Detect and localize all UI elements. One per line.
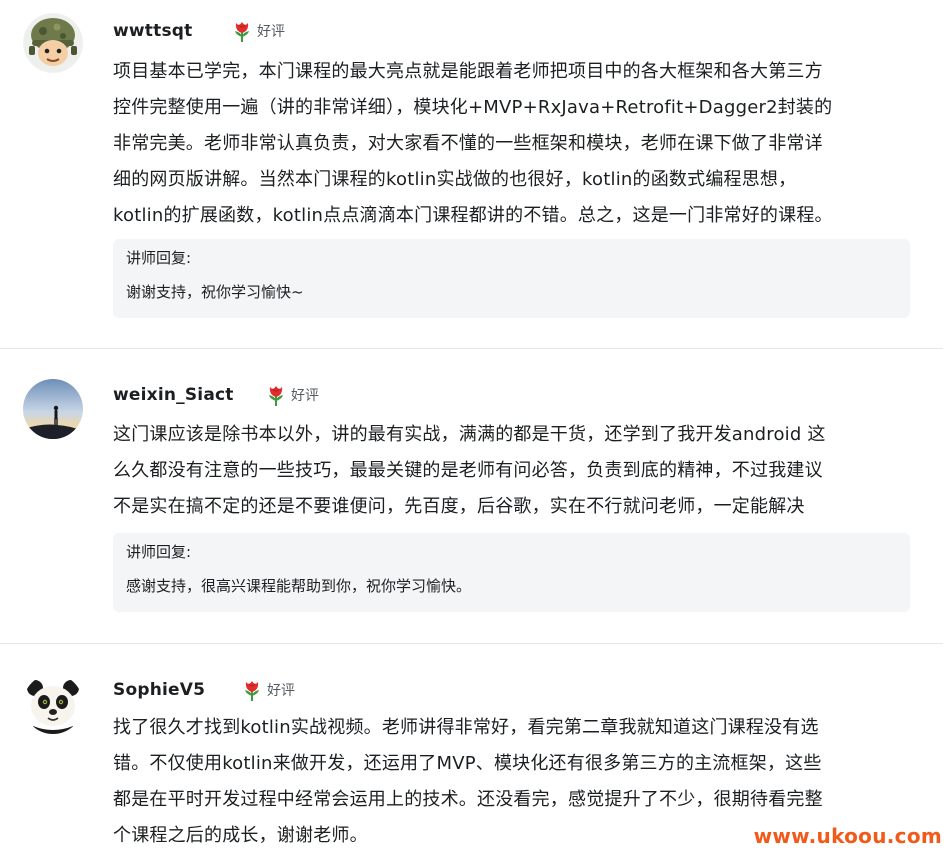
panda-avatar-icon[interactable] <box>23 674 83 734</box>
review-content-line: 不是实在搞不定的还是不要谁便问，先百度，后谷歌，实在不行就问老师，一定能解决 <box>113 496 805 517</box>
username[interactable]: SophieV5 <box>113 680 205 700</box>
username[interactable]: wwttsqt <box>113 21 192 41</box>
rating-label: 好评 <box>257 24 285 40</box>
review-content-line: 都是在平时开发过程中经常会运用上的技术。还没看完，感觉提升了不少，很期待看完整 <box>113 789 823 810</box>
reply-title: 讲师回复: <box>126 543 192 561</box>
rating-label: 好评 <box>291 388 319 404</box>
reply-title: 讲师回复: <box>126 249 192 267</box>
review-content-line: 找了很久才找到kotlin实战视频。老师讲得非常好，看完第二章我就知道这门课程没… <box>113 717 819 738</box>
rating-badge: 好评 <box>265 383 319 407</box>
review-content-line: 错。不仅使用kotlin来做开发，还运用了MVP、模块化还有很多第三方的主流框架… <box>113 753 822 774</box>
site-watermark: www.ukoou.com <box>753 824 942 848</box>
silhouette-avatar-icon[interactable] <box>23 379 83 439</box>
review-content-line: 非常完美。老师非常认真负责，对大家看不懂的一些框架和模块，老师在课下做了非常详 <box>113 133 823 154</box>
review-content-line: 细的网页版讲解。当然本门课程的kotlin实战做的也很好，kotlin的函数式编… <box>113 169 797 190</box>
teacher-reply: 讲师回复: 感谢支持，很高兴课程能帮助到你，祝你学习愉快。 <box>113 533 910 612</box>
review-content-line: 项目基本已学完，本门课程的最大亮点就是能跟着老师把项目中的各大框架和各大第三方 <box>113 61 823 82</box>
review-item: weixin_Siact 好评 这门课应该是除书本以外，讲的最有实战，满满的都是… <box>0 349 943 644</box>
rating-badge: 好评 <box>231 19 285 43</box>
teacher-reply: 讲师回复: 谢谢支持，祝你学习愉快~ <box>113 239 910 318</box>
soldier-avatar-icon[interactable] <box>23 13 83 73</box>
review-item: wwttsqt 好评 项目基本已学完，本门课程的最大亮点就是能跟着老师把项目中的… <box>0 0 943 349</box>
rating-label: 好评 <box>267 683 295 699</box>
review-content-line: kotlin的扩展函数，kotlin点点滴滴本门课程都讲的不错。总之，这是一门非… <box>113 205 833 226</box>
review-content-line: 么久都没有注意的一些技巧，最最关键的是老师有问必答，负责到底的精神，不过我建议 <box>113 460 823 481</box>
review-content: 项目基本已学完，本门课程的最大亮点就是能跟着老师把项目中的各大框架和各大第三方 … <box>113 54 913 234</box>
review-content-line: 这门课应该是除书本以外，讲的最有实战，满满的都是干货，还学到了我开发androi… <box>113 424 826 445</box>
flower-icon <box>269 386 283 406</box>
flower-icon <box>245 681 259 701</box>
review-content: 这门课应该是除书本以外，讲的最有实战，满满的都是干货，还学到了我开发androi… <box>113 417 913 525</box>
flower-icon <box>235 22 249 42</box>
review-content-line: 控件完整使用一遍（讲的非常详细），模块化+MVP+RxJava+Retrofit… <box>113 97 833 118</box>
rating-badge: 好评 <box>241 678 295 702</box>
reply-text: 感谢支持，很高兴课程能帮助到你，祝你学习愉快。 <box>126 577 472 595</box>
reply-text: 谢谢支持，祝你学习愉快~ <box>126 283 304 301</box>
username[interactable]: weixin_Siact <box>113 385 234 405</box>
